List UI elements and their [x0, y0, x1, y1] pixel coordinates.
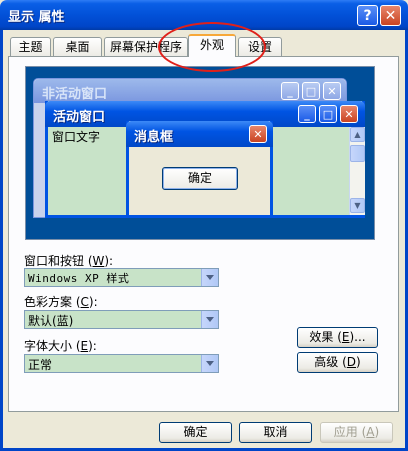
- close-icon: ✕: [340, 105, 358, 123]
- windows-buttons-select[interactable]: Windows XP 样式: [24, 268, 219, 287]
- apply-button[interactable]: 应用 (A): [320, 422, 393, 443]
- active-window-title: 活动窗口: [53, 110, 106, 125]
- font-size-select[interactable]: 正常: [24, 354, 219, 373]
- title-bar[interactable]: 显示 属性 ? ✕: [0, 0, 408, 30]
- preview-window-text: 窗口文字: [52, 130, 101, 144]
- windows-buttons-label: 窗口和按钮 (W):: [24, 254, 114, 268]
- tab-desktop[interactable]: 桌面: [53, 37, 102, 56]
- inactive-window-title: 非活动窗口: [42, 87, 108, 102]
- tab-screensaver[interactable]: 屏幕保护程序: [104, 37, 188, 56]
- cancel-button[interactable]: 取消: [239, 422, 312, 443]
- close-button[interactable]: ✕: [380, 5, 401, 26]
- scroll-up-icon: ▲: [350, 127, 365, 142]
- tab-appearance[interactable]: 外观: [188, 34, 236, 57]
- color-scheme-label: 色彩方案 (C):: [24, 295, 98, 309]
- preview-message-box: 消息框 ✕ 确定: [126, 121, 273, 218]
- windows-buttons-value: Windows XP 样式: [28, 272, 130, 285]
- chevron-down-icon[interactable]: [201, 311, 218, 328]
- preview-ok-button: 确定: [162, 167, 238, 190]
- message-title-bar: 消息框 ✕: [126, 121, 273, 147]
- font-size-label: 字体大小 (E):: [24, 339, 97, 353]
- close-icon: ✕: [249, 125, 267, 143]
- tab-settings[interactable]: 设置: [238, 37, 282, 56]
- chevron-down-icon[interactable]: [201, 355, 218, 372]
- scroll-down-icon: ▼: [350, 198, 365, 213]
- help-button[interactable]: ?: [357, 5, 378, 26]
- effects-button[interactable]: 效果 (E)...: [297, 327, 378, 348]
- message-box-title: 消息框: [134, 130, 174, 145]
- minimize-icon: _: [298, 105, 316, 123]
- ok-button[interactable]: 确定: [159, 422, 232, 443]
- color-scheme-value: 默认(蓝): [28, 314, 74, 328]
- chevron-down-icon[interactable]: [201, 269, 218, 286]
- scroll-thumb: [350, 145, 365, 162]
- preview-scrollbar: ▲ ▼: [349, 127, 365, 215]
- maximize-icon: □: [319, 105, 337, 123]
- advanced-button[interactable]: 高级 (D): [297, 352, 378, 373]
- maximize-icon: □: [302, 82, 320, 100]
- font-size-value: 正常: [28, 358, 53, 372]
- window-title: 显示 属性: [8, 10, 65, 25]
- close-icon: ✕: [323, 82, 341, 100]
- tab-themes[interactable]: 主题: [10, 37, 51, 56]
- color-scheme-select[interactable]: 默认(蓝): [24, 310, 219, 329]
- window-frame-left: [0, 30, 3, 451]
- inactive-title-bar: 非活动窗口 _ □ ✕: [34, 79, 346, 103]
- minimize-icon: _: [281, 82, 299, 100]
